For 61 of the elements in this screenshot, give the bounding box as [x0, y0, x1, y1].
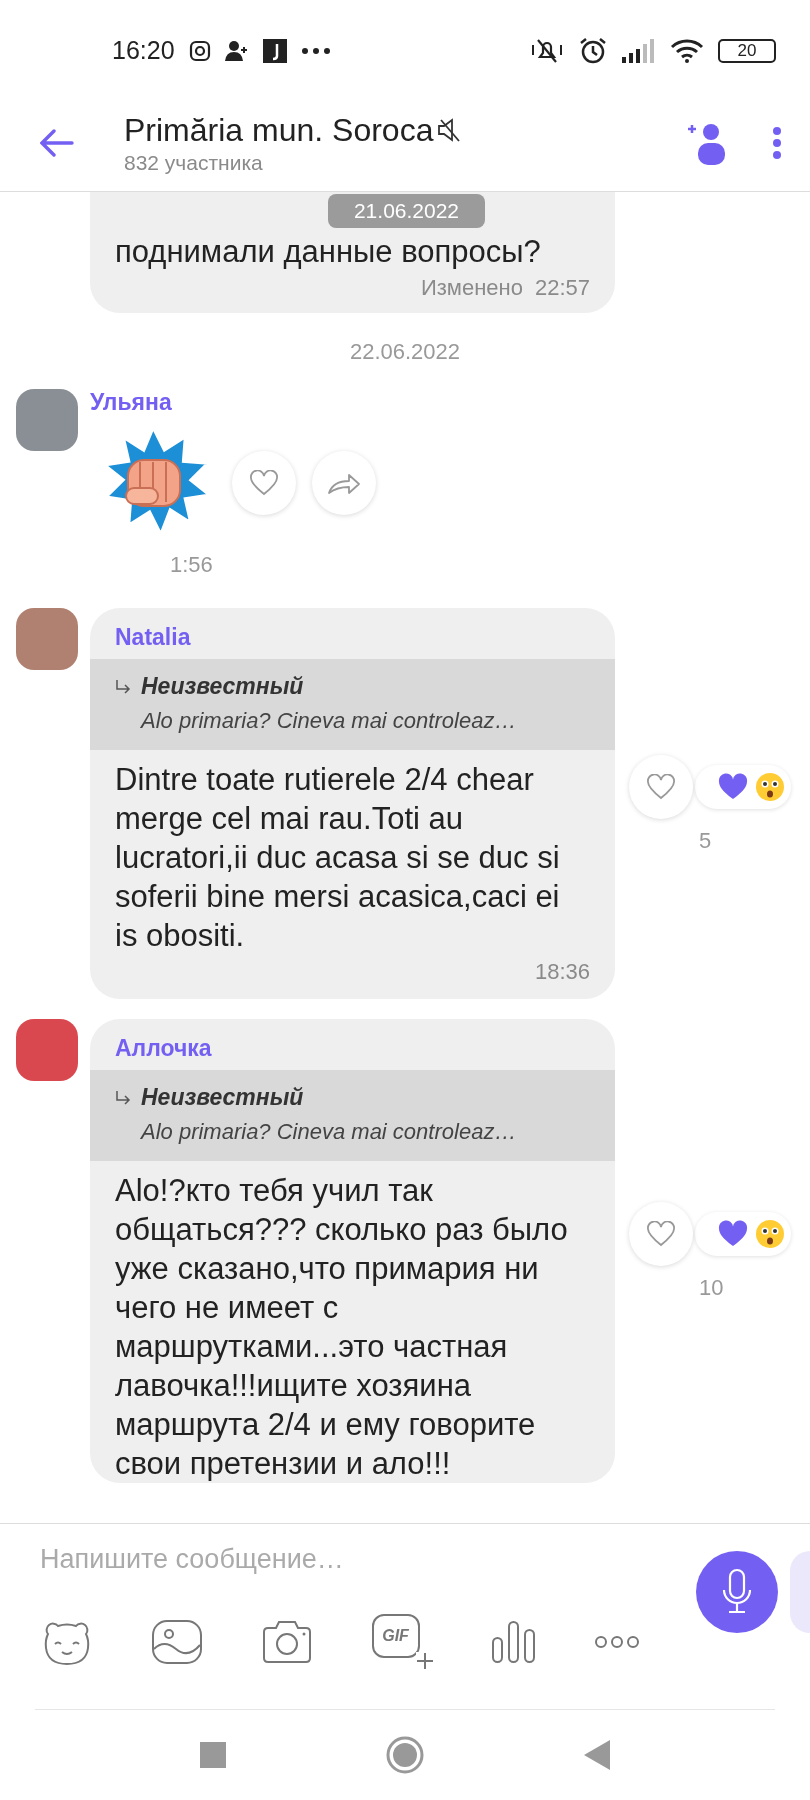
heart-outline-icon	[249, 470, 279, 496]
sender-name: Natalia	[114, 623, 192, 652]
reactions-pill[interactable]	[695, 764, 791, 809]
more-options-icon[interactable]	[772, 126, 782, 160]
camera-app-icon	[188, 39, 211, 62]
like-button[interactable]	[232, 451, 296, 515]
quote-text: Alo primaria? Cineva mai controleaz…	[139, 1119, 518, 1145]
person-add-icon	[224, 39, 249, 62]
reply-arrow-icon	[115, 1089, 131, 1106]
message-input[interactable]: Напишите сообщение…	[0, 1543, 696, 1575]
share-arrow-icon	[327, 471, 361, 495]
sender-name: Ульяна	[90, 389, 173, 416]
music-app-icon	[262, 38, 287, 63]
emoji-face-icon	[755, 771, 785, 802]
sender-name: Аллочка	[114, 1034, 213, 1063]
home-nav-icon[interactable]	[386, 1736, 424, 1774]
microphone-icon	[720, 1567, 754, 1616]
reactions-pill[interactable]	[695, 1212, 791, 1256]
message-text: поднимали данные вопросы?	[115, 233, 542, 271]
chat-title: Primăria mun. Soroca	[124, 111, 434, 149]
battery-indicator: 20	[718, 38, 776, 63]
back-nav-icon[interactable]	[584, 1740, 610, 1770]
edited-label: Изменено	[420, 275, 523, 301]
message-text: Dintre toate rutierele 2/4 chear merge cel mai rau.Toti au lucratori,ii duc acasa si se duc si soferii bine mersi acasica,caci ei is obositi.	[114, 761, 561, 955]
heart-icon	[717, 772, 749, 801]
wifi-icon	[670, 38, 704, 63]
like-button[interactable]	[629, 1202, 693, 1266]
quoted-message[interactable]: Неизвестный Alo primaria? Cineva mai controleaz…	[90, 659, 615, 750]
signal-icon	[622, 38, 656, 63]
more-icon[interactable]	[593, 1635, 640, 1649]
heart-outline-icon	[646, 1221, 676, 1247]
quoted-message[interactable]: Неизвестный Alo primaria? Cineva mai controleaz…	[90, 1070, 615, 1161]
message-time: 22:57	[534, 275, 590, 301]
like-button[interactable]	[629, 754, 693, 819]
back-arrow-icon[interactable]	[40, 129, 74, 157]
reply-arrow-icon	[115, 678, 131, 695]
message-time: 18:36	[534, 959, 590, 985]
share-button[interactable]	[312, 451, 376, 515]
more-notifications-icon	[300, 46, 331, 55]
gallery-icon[interactable]	[151, 1619, 204, 1665]
status-time: 16:20	[112, 36, 175, 65]
poll-icon[interactable]	[490, 1620, 537, 1664]
quote-author: Неизвестный	[141, 1084, 304, 1111]
participant-count: 832 участника	[124, 150, 264, 175]
message-text: Alo!?кто тебя учил так общаться??? сколько раз было уже сказано,что примария ни чего не имеет с маршрутками...это частная лавочка!!!ищите хозяина маршрута 2/4 и ему говорите свои претензии и ало!!!	[114, 1172, 569, 1483]
quote-text: Alo primaria? Cineva mai controleaz…	[139, 708, 518, 734]
floating-date-badge: 21.06.2022	[328, 194, 485, 228]
reaction-count: 10	[699, 1275, 724, 1301]
date-separator: 22.06.2022	[349, 339, 461, 364]
avatar[interactable]	[16, 389, 78, 451]
heart-outline-icon	[646, 773, 676, 800]
avatar[interactable]	[16, 1019, 78, 1081]
emoji-face-icon	[755, 1219, 785, 1249]
avatar[interactable]	[16, 608, 78, 670]
alarm-icon	[578, 35, 608, 66]
gif-label: GIF	[382, 1627, 409, 1645]
reaction-count: 5	[699, 827, 712, 854]
heart-icon	[717, 1220, 749, 1248]
add-participant-icon[interactable]	[686, 121, 726, 165]
quote-author: Неизвестный	[141, 673, 304, 700]
message-time: 1:56	[170, 552, 214, 578]
